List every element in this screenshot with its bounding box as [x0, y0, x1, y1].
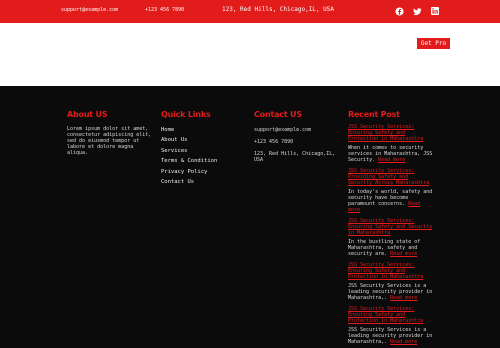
topbar-email[interactable]: support@example.com	[61, 7, 118, 13]
linkedin-icon[interactable]	[429, 5, 441, 17]
recent-post-title[interactable]: JSS Security Services: Ensuring Safety a…	[348, 306, 434, 324]
recent-post: JSS Security Services: Providing Safety …	[348, 168, 434, 213]
quick-link-item[interactable]: Services	[161, 146, 241, 156]
recent-post-title[interactable]: JSS Security Services: Ensuring Safety a…	[348, 262, 434, 280]
recent-post-excerpt: In the bustling state of Maharashtra, sa…	[348, 239, 434, 257]
recent-post-excerpt: JSS Security Services is a leading secur…	[348, 327, 434, 345]
recent-posts-column: Recent Post JSS Security Services: Ensur…	[348, 110, 434, 345]
recent-post: JSS Security Services: Ensuring Safety a…	[348, 124, 434, 163]
about-title: About US	[67, 110, 108, 119]
read-more-link[interactable]: Read more	[390, 295, 417, 301]
recent-posts-title: Recent Post	[348, 110, 400, 119]
contact-title: Contact US	[254, 110, 302, 119]
about-text: Lorem ipsum dolor sit amet, consectetur …	[67, 126, 152, 156]
quick-link-item[interactable]: About Us	[161, 135, 241, 145]
quick-link-item[interactable]: Terms & Condition	[161, 156, 241, 166]
about-column: About US Lorem ipsum dolor sit amet, con…	[67, 110, 155, 156]
quick-link-item[interactable]: Contact Us	[161, 177, 241, 187]
recent-post: JSS Security Services: Ensuring Safety a…	[348, 218, 434, 257]
recent-post-excerpt: JSS Security Services is a leading secur…	[348, 283, 434, 301]
recent-post: JSS Security Services: Ensuring Safety a…	[348, 306, 434, 345]
recent-post: JSS Security Services: Ensuring Safety a…	[348, 262, 434, 301]
recent-post-excerpt: When it comes to security services in Ma…	[348, 145, 434, 163]
read-more-link[interactable]: Read more	[378, 157, 405, 163]
quick-link-item[interactable]: Privacy Policy	[161, 167, 241, 177]
read-more-link[interactable]: Read more	[390, 339, 417, 345]
recent-post-title[interactable]: JSS Security Services: Ensuring Safety a…	[348, 124, 434, 142]
contact-phone[interactable]: +123 456 7890	[254, 139, 342, 145]
topbar-phone[interactable]: +123 456 7890	[145, 7, 184, 13]
get-pro-button[interactable]: Get Pro	[417, 38, 450, 49]
contact-column: Contact US support@example.com +123 456 …	[254, 110, 342, 163]
facebook-icon[interactable]	[393, 5, 405, 17]
contact-email[interactable]: support@example.com	[254, 127, 342, 133]
quick-links-column: Quick Links Home About Us Services Terms & …	[161, 110, 241, 187]
recent-post-excerpt: In today's world, safety and security ha…	[348, 189, 434, 213]
topbar-address: 123, Red Hills, Chicago,IL, USA	[222, 6, 334, 13]
site-footer: About US Lorem ipsum dolor sit amet, con…	[0, 86, 500, 348]
recent-post-title[interactable]: JSS Security Services: Ensuring Safety a…	[348, 218, 434, 236]
top-bar: support@example.com +123 456 7890 123, R…	[0, 0, 500, 23]
recent-post-title[interactable]: JSS Security Services: Providing Safety …	[348, 168, 434, 186]
quick-link-item[interactable]: Home	[161, 125, 241, 135]
read-more-link[interactable]: Read more	[390, 251, 417, 257]
quick-links-title: Quick Links	[161, 110, 211, 119]
twitter-icon[interactable]	[411, 5, 423, 17]
site-header: Get Pro	[0, 23, 500, 86]
contact-address: 123, Red Hills, Chicago,IL, USA	[254, 151, 336, 163]
